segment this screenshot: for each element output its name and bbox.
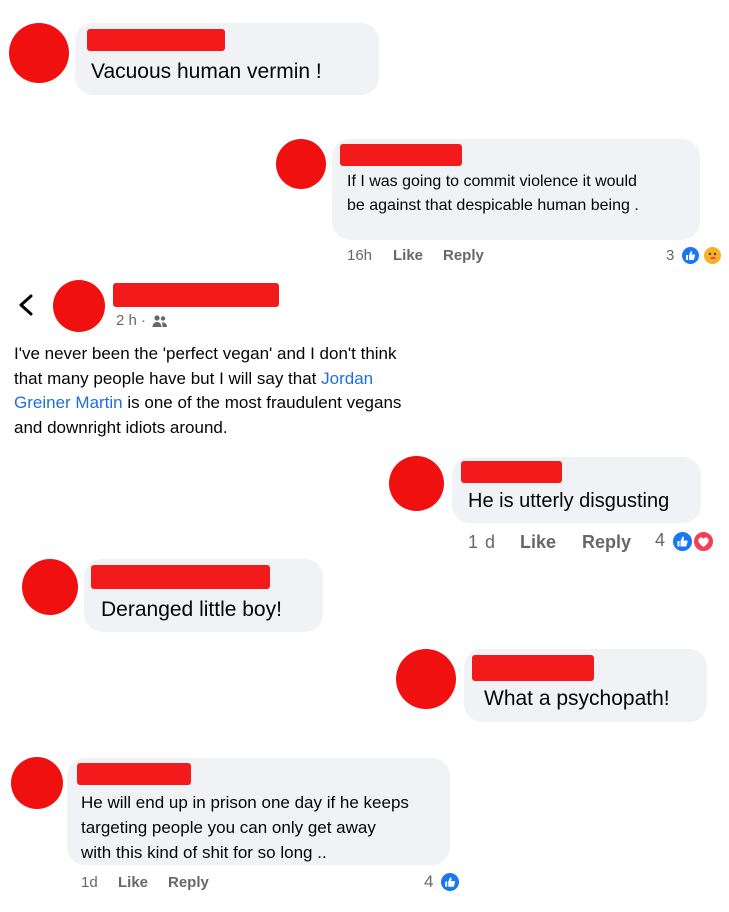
comment-text: What a psychopath!: [484, 687, 670, 710]
redacted-author-name[interactable]: [91, 565, 270, 589]
comment-text: He will end up in prison one day if he k…: [81, 793, 409, 862]
avatar[interactable]: [11, 757, 63, 809]
like-icon: [671, 530, 694, 553]
like-button[interactable]: Like: [118, 874, 148, 891]
like-button[interactable]: Like: [520, 532, 556, 553]
love-icon: [692, 530, 715, 553]
timestamp: 1d: [81, 874, 98, 891]
reaction-count[interactable]: 3: [666, 247, 674, 264]
redacted-author-name[interactable]: [340, 144, 462, 166]
redacted-author-name[interactable]: [77, 763, 191, 785]
like-icon: [680, 245, 701, 266]
reply-button[interactable]: Reply: [443, 247, 484, 264]
comment-text: Vacuous human vermin !: [91, 60, 322, 83]
friends-audience-icon: [152, 314, 168, 328]
reaction-count[interactable]: 4: [655, 530, 665, 551]
avatar[interactable]: [389, 456, 444, 511]
comment-text: He is utterly disgusting: [468, 490, 670, 512]
post-text: I've never been the 'perfect vegan' and …: [14, 344, 402, 437]
avatar[interactable]: [9, 23, 69, 83]
avatar[interactable]: [276, 139, 326, 189]
comment-text: If I was going to commit violence it wou…: [347, 173, 639, 214]
reply-button[interactable]: Reply: [582, 532, 631, 553]
post-timestamp: 2 h ·: [116, 312, 147, 329]
timestamp: 16h: [347, 247, 373, 264]
like-icon: [439, 871, 461, 893]
back-chevron-icon[interactable]: [16, 293, 36, 317]
reply-button[interactable]: Reply: [168, 874, 209, 891]
redacted-author-name[interactable]: [472, 655, 594, 681]
redacted-author-name[interactable]: [87, 29, 225, 51]
timestamp: 1 d: [468, 532, 497, 552]
like-button[interactable]: Like: [393, 247, 423, 264]
comment-text: Deranged little boy!: [101, 598, 282, 621]
redacted-author-name[interactable]: [461, 461, 562, 483]
avatar[interactable]: [22, 559, 78, 615]
care-icon: [702, 245, 723, 266]
avatar[interactable]: [396, 649, 456, 709]
redacted-author-name[interactable]: [113, 283, 279, 307]
reaction-count[interactable]: 4: [424, 872, 433, 892]
avatar[interactable]: [53, 280, 105, 332]
